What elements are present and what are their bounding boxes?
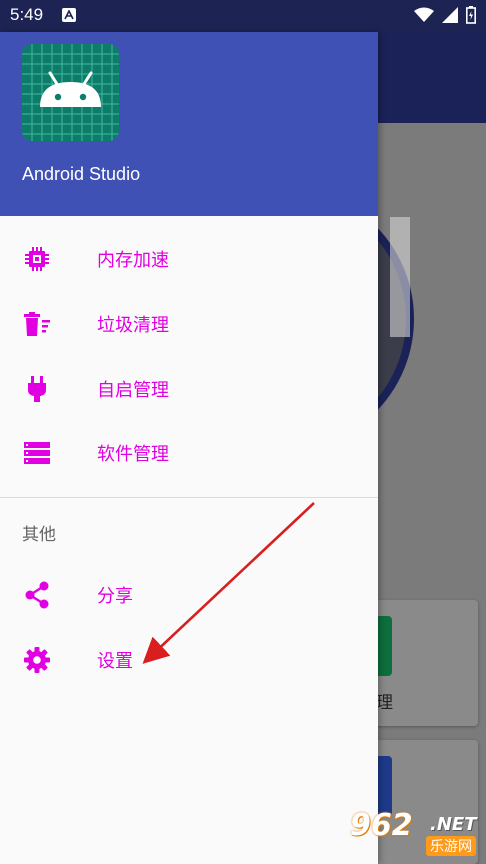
list-manage-icon [22,438,52,468]
menu-item-software-manager[interactable]: 软件管理 [0,421,378,485]
trash-clean-icon [22,309,52,339]
menu-label: 分享 [97,586,133,607]
menu-item-memory-boost[interactable]: 内存加速 [0,227,378,291]
menu-label: 自启管理 [97,380,169,401]
background-card: 理 [370,600,478,726]
wifi-icon [414,7,434,22]
gear-icon [22,645,52,675]
menu-item-junk-clean[interactable]: 垃圾清理 [0,292,378,356]
menu-label: 软件管理 [97,444,169,465]
watermark-logo: 962 .NET 乐游网 [350,808,477,856]
menu-item-share[interactable]: 分享 [0,563,378,627]
app-name: Android Studio [22,164,141,184]
android-logo-icon [22,44,119,141]
signal-icon [442,7,458,23]
menu-item-settings[interactable]: 设置 [0,628,378,692]
menu-item-autostart-manager[interactable]: 自启管理 [0,357,378,421]
menu-label: 内存加速 [97,250,169,271]
menu-label: 设置 [97,651,133,672]
cpu-chip-icon [22,244,52,274]
status-bar: 5:49 [0,0,486,32]
navigation-drawer: Android Studio 内存加速 垃圾清理 自启管理 软件管理 其他 分享… [0,32,378,864]
power-plug-icon [22,374,52,404]
menu-divider [0,497,378,498]
status-time: 5:49 [10,5,44,24]
share-icon [22,580,52,610]
notification-a-icon [62,8,76,22]
section-title-other: 其他 [22,525,56,545]
menu-label: 垃圾清理 [97,315,169,336]
drawer-header: Android Studio [0,32,378,216]
battery-icon [466,6,476,24]
background-card-label: 理 [376,693,393,713]
